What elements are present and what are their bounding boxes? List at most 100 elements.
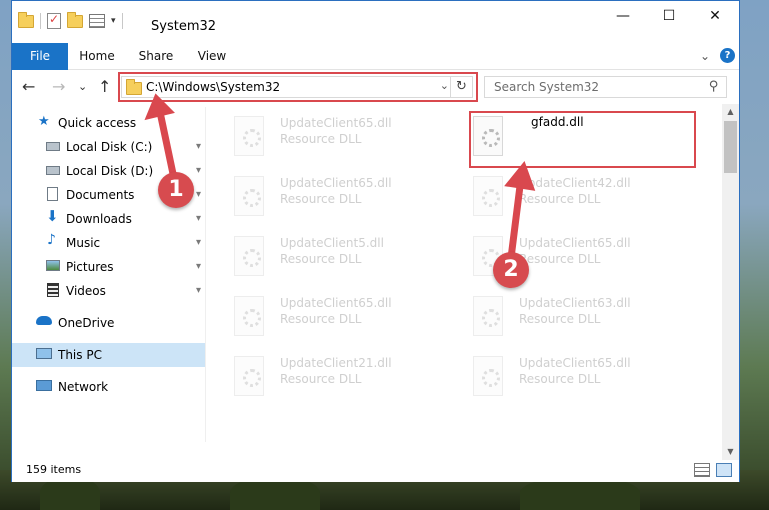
expand-ribbon-chevron-icon[interactable]: ⌄ [700,49,710,63]
dll-file-icon [234,356,264,396]
scroll-up-button[interactable]: ▲ [722,104,739,120]
sidebar-item-label: Videos [66,284,106,298]
up-button[interactable]: ↑ [98,77,111,96]
details-view-icon[interactable] [694,463,710,477]
customize-toolbar-chevron-icon[interactable]: ▾ [111,16,116,26]
minimize-button[interactable]: — [600,1,646,31]
file-type: Resource DLL [280,252,362,266]
file-name: UpdateClient65.dll [519,356,631,370]
sidebar-item-videos[interactable]: Videos ▾ [12,279,205,303]
file-type: Resource DLL [280,312,362,326]
sidebar-item-network[interactable]: Network [12,375,205,399]
navigation-bar: ← → ⌄ ↑ C:\Windows\System32 ⌄ ↻ Search S… [12,70,739,104]
cloud-icon [36,316,52,325]
sidebar-item-onedrive[interactable]: OneDrive [12,311,205,335]
sidebar-item-label: This PC [58,348,102,362]
toolbar-separator [40,13,41,29]
vertical-scrollbar[interactable]: ▲ ▼ [722,104,739,460]
file-type: Resource DLL [519,312,601,326]
folder-icon[interactable] [18,11,34,28]
pane-divider[interactable] [205,107,206,442]
new-folder-icon[interactable] [67,11,83,28]
list-item[interactable]: UpdateClient5.dll Resource DLL [234,232,454,286]
title-bar: ▾ System32 — ☐ ✕ [12,1,739,43]
dll-file-icon [234,116,264,156]
file-name: UpdateClient65.dll [519,236,631,250]
pin-icon[interactable]: ▾ [196,237,201,248]
search-placeholder[interactable]: Search System32 [494,80,599,94]
network-icon [36,380,52,391]
list-item[interactable]: UpdateClient65.dll Resource DLL [234,292,454,346]
list-item[interactable]: UpdateClient65.dll Resource DLL [234,172,454,226]
sidebar-item-music[interactable]: ♪ Music ▾ [12,231,205,255]
pictures-icon [46,260,60,271]
star-icon: ★ [38,114,50,129]
scroll-thumb[interactable] [724,121,737,173]
file-name: UpdateClient65.dll [280,296,392,310]
help-icon[interactable]: ? [720,48,735,63]
file-name: UpdateClient63.dll [519,296,631,310]
navigation-pane: ★ Quick access Local Disk (C:) ▾ Local D… [12,104,208,449]
file-name: UpdateClient65.dll [280,116,392,130]
sidebar-item-pictures[interactable]: Pictures ▾ [12,255,205,279]
sidebar-item-downloads[interactable]: ⬇ Downloads ▾ [12,207,205,231]
file-type: Resource DLL [280,132,362,146]
pin-icon[interactable]: ▾ [196,165,201,176]
large-icons-view-icon[interactable] [716,463,732,477]
file-name: UpdateClient65.dll [280,176,392,190]
item-count: 159 items [26,463,82,476]
list-item[interactable]: UpdateClient63.dll Resource DLL [473,292,693,346]
pin-icon[interactable]: ▾ [196,285,201,296]
computer-icon [36,348,52,359]
back-button[interactable]: ← [22,77,35,96]
pin-icon[interactable]: ▾ [196,261,201,272]
step-2-badge: 2 [493,252,529,288]
ribbon-tabs: File Home Share View ⌄ ? [12,43,739,70]
file-name: UpdateClient5.dll [280,236,384,250]
quick-access-toolbar: ▾ [18,11,123,29]
tab-home[interactable]: Home [72,43,122,70]
list-item[interactable]: UpdateClient65.dll Resource DLL [473,352,693,406]
file-highlight [469,111,696,168]
rename-icon[interactable] [89,14,105,28]
file-type: Resource DLL [519,252,601,266]
sidebar-item-label: Downloads [66,212,132,226]
sidebar-item-this-pc[interactable]: This PC [12,343,205,367]
drive-icon [46,166,60,175]
tab-view[interactable]: View [190,43,234,70]
step-1-badge: 1 [158,172,194,208]
pin-icon[interactable]: ▾ [196,213,201,224]
dll-file-icon [234,176,264,216]
search-icon[interactable]: ⚲ [709,79,719,94]
file-type: Resource DLL [280,192,362,206]
dll-file-icon [234,236,264,276]
pin-icon[interactable]: ▾ [196,141,201,152]
sidebar-item-label: Music [66,236,101,250]
recent-locations-chevron-icon[interactable]: ⌄ [78,80,87,93]
window-title: System32 [151,19,217,34]
close-button[interactable]: ✕ [692,1,738,31]
music-icon: ♪ [47,232,56,248]
sidebar-item-label: Pictures [66,260,114,274]
file-name: UpdateClient42.dll [519,176,631,190]
sidebar-item-quick-access[interactable]: ★ Quick access [12,111,205,135]
maximize-button[interactable]: ☐ [646,1,692,31]
scroll-down-button[interactable]: ▼ [722,444,739,460]
tab-share[interactable]: Share [132,43,180,70]
dll-file-icon [473,356,503,396]
pin-icon[interactable]: ▾ [196,189,201,200]
sidebar-item-label: Local Disk (D:) [66,164,154,178]
list-item[interactable]: UpdateClient42.dll Resource DLL [473,172,693,226]
forward-button[interactable]: → [52,77,65,96]
search-box[interactable]: Search System32 ⚲ [484,76,727,98]
file-type: Resource DLL [519,372,601,386]
status-bar: 159 items [12,460,739,482]
properties-check-icon[interactable] [47,12,61,29]
sidebar-item-local-disk-c[interactable]: Local Disk (C:) ▾ [12,135,205,159]
dll-file-icon [473,176,503,216]
sidebar-item-label: Documents [66,188,135,202]
tab-file[interactable]: File [12,43,68,70]
file-type: Resource DLL [280,372,362,386]
list-item[interactable]: UpdateClient21.dll Resource DLL [234,352,454,406]
list-item[interactable]: UpdateClient65.dll Resource DLL [234,112,454,166]
